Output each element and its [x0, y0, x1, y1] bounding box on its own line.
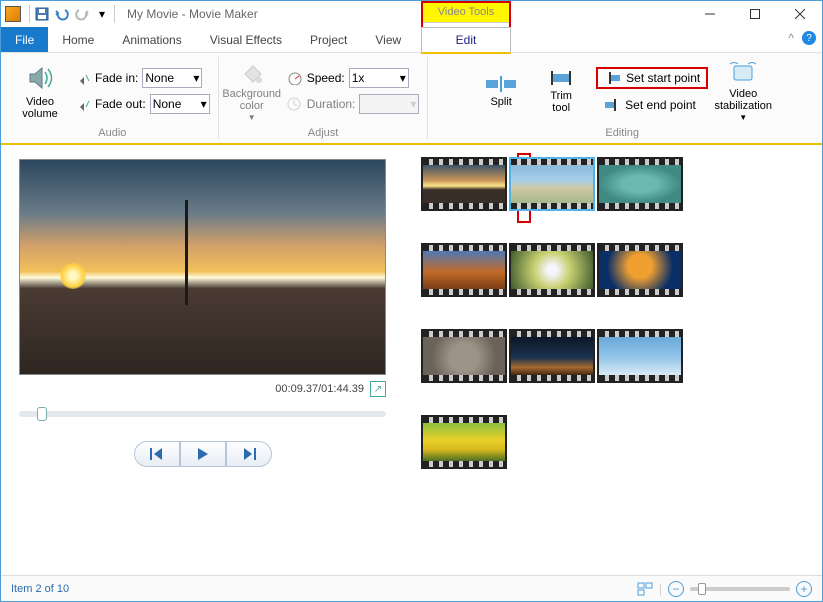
maximize-button[interactable] — [732, 1, 777, 27]
playback-controls — [19, 441, 386, 467]
zoom-handle[interactable] — [698, 583, 706, 595]
ribbon-tabs: File Home Animations Visual Effects Proj… — [1, 27, 822, 53]
clip-night-sky[interactable] — [509, 329, 595, 383]
tab-project[interactable]: Project — [296, 27, 361, 52]
speed-label: Speed: — [307, 71, 345, 85]
zoom-slider[interactable] — [690, 587, 790, 591]
clip-title-card[interactable] — [597, 157, 683, 211]
clip-jellyfish[interactable] — [597, 243, 683, 297]
status-bar: Item 2 of 10 | − + — [1, 575, 822, 601]
play-button[interactable] — [180, 441, 226, 467]
video-volume-button[interactable]: Video volume — [15, 62, 65, 120]
clip-monument[interactable] — [421, 243, 507, 297]
timeline-row — [421, 157, 812, 211]
timeline-row — [421, 243, 812, 297]
speed-row: Speed: 1x▾ — [287, 68, 420, 88]
tab-view[interactable]: View — [361, 27, 415, 52]
group-audio: Video volume Fade in: None▾ Fade out: No… — [7, 57, 219, 139]
collapse-ribbon-icon[interactable]: ^ — [788, 31, 794, 45]
zoom-in-button[interactable]: + — [796, 581, 812, 597]
zoom-out-button[interactable]: − — [668, 581, 684, 597]
undo-icon[interactable] — [54, 6, 70, 22]
group-label-adjust: Adjust — [308, 127, 339, 139]
window-controls — [687, 1, 822, 27]
content-area: 00:09.37/01:44.39 ↗ — [1, 145, 822, 565]
group-adjust: Background color▼ Speed: 1x▾ Duration: ▾… — [219, 57, 429, 139]
speaker-icon — [24, 62, 56, 94]
window-title: My Movie - Movie Maker — [127, 7, 258, 21]
trim-tool-button[interactable]: Trim tool — [536, 68, 586, 114]
fade-out-icon — [75, 97, 91, 111]
clip-tulips[interactable] — [421, 415, 507, 469]
tab-edit[interactable]: Edit — [421, 27, 511, 54]
help-icon[interactable]: ? — [802, 31, 816, 45]
time-display: 00:09.37/01:44.39 — [275, 383, 364, 395]
speed-combo[interactable]: 1x▾ — [349, 68, 409, 88]
next-frame-button[interactable] — [226, 441, 272, 467]
ribbon: Video volume Fade in: None▾ Fade out: No… — [1, 53, 822, 145]
qat-dropdown-icon[interactable]: ▾ — [94, 6, 110, 22]
trim-icon — [544, 68, 578, 88]
redo-icon[interactable] — [74, 6, 90, 22]
fade-in-icon — [75, 71, 91, 85]
app-icon — [5, 6, 21, 22]
group-editing: Split Trim tool Set start point Set end … — [428, 57, 816, 139]
bucket-icon — [237, 60, 267, 86]
tab-home[interactable]: Home — [48, 27, 108, 52]
seek-bar[interactable] — [19, 411, 386, 417]
preview-pane: 00:09.37/01:44.39 ↗ — [1, 145, 411, 565]
group-label-editing: Editing — [605, 127, 639, 139]
close-button[interactable] — [777, 1, 822, 27]
preview-monitor — [19, 159, 386, 375]
thumbnail-size-icon[interactable] — [637, 582, 653, 596]
split-button[interactable]: Split — [476, 74, 526, 108]
clip-beach[interactable] — [509, 157, 595, 211]
group-label-audio: Audio — [98, 127, 126, 139]
zoom-controls: | − + — [637, 581, 812, 597]
seek-handle[interactable] — [37, 407, 47, 421]
fade-in-label: Fade in: — [95, 71, 138, 85]
fade-in-row: Fade in: None▾ — [75, 68, 210, 88]
start-point-icon — [604, 72, 622, 84]
stabilization-icon — [728, 60, 758, 86]
split-icon — [484, 74, 518, 94]
save-icon[interactable] — [34, 6, 50, 22]
clip-sunset[interactable] — [421, 157, 507, 211]
tab-visual-effects[interactable]: Visual Effects — [196, 27, 296, 52]
background-color-button: Background color▼ — [227, 60, 277, 123]
fade-out-label: Fade out: — [95, 97, 146, 111]
quick-access-toolbar: ▾ — [34, 6, 110, 22]
tab-animations[interactable]: Animations — [108, 27, 195, 52]
clip-penguins[interactable] — [597, 329, 683, 383]
fade-out-row: Fade out: None▾ — [75, 94, 210, 114]
duration-row: Duration: ▾ — [287, 94, 420, 114]
timeline-pane[interactable] — [411, 145, 822, 565]
fade-in-combo[interactable]: None▾ — [142, 68, 202, 88]
fade-out-combo[interactable]: None▾ — [150, 94, 210, 114]
set-start-point-button[interactable]: Set start point — [596, 67, 708, 89]
minimize-button[interactable] — [687, 1, 732, 27]
context-tools-label: Video Tools — [421, 1, 511, 23]
speedometer-icon — [287, 71, 303, 85]
clip-koala[interactable] — [421, 329, 507, 383]
video-stabilization-button[interactable]: Video stabilization▼ — [718, 60, 768, 123]
tab-file[interactable]: File — [1, 27, 48, 52]
clip-hydrangea[interactable] — [509, 243, 595, 297]
prev-frame-button[interactable] — [134, 441, 180, 467]
timeline-row — [421, 415, 812, 469]
status-item-count: Item 2 of 10 — [11, 583, 69, 595]
clock-icon — [287, 97, 303, 111]
timeline-row — [421, 329, 812, 383]
set-end-point-button[interactable]: Set end point — [596, 95, 708, 115]
duration-combo: ▾ — [359, 94, 419, 114]
fullscreen-icon[interactable]: ↗ — [370, 381, 386, 397]
duration-label: Duration: — [307, 97, 356, 111]
end-point-icon — [603, 99, 621, 111]
